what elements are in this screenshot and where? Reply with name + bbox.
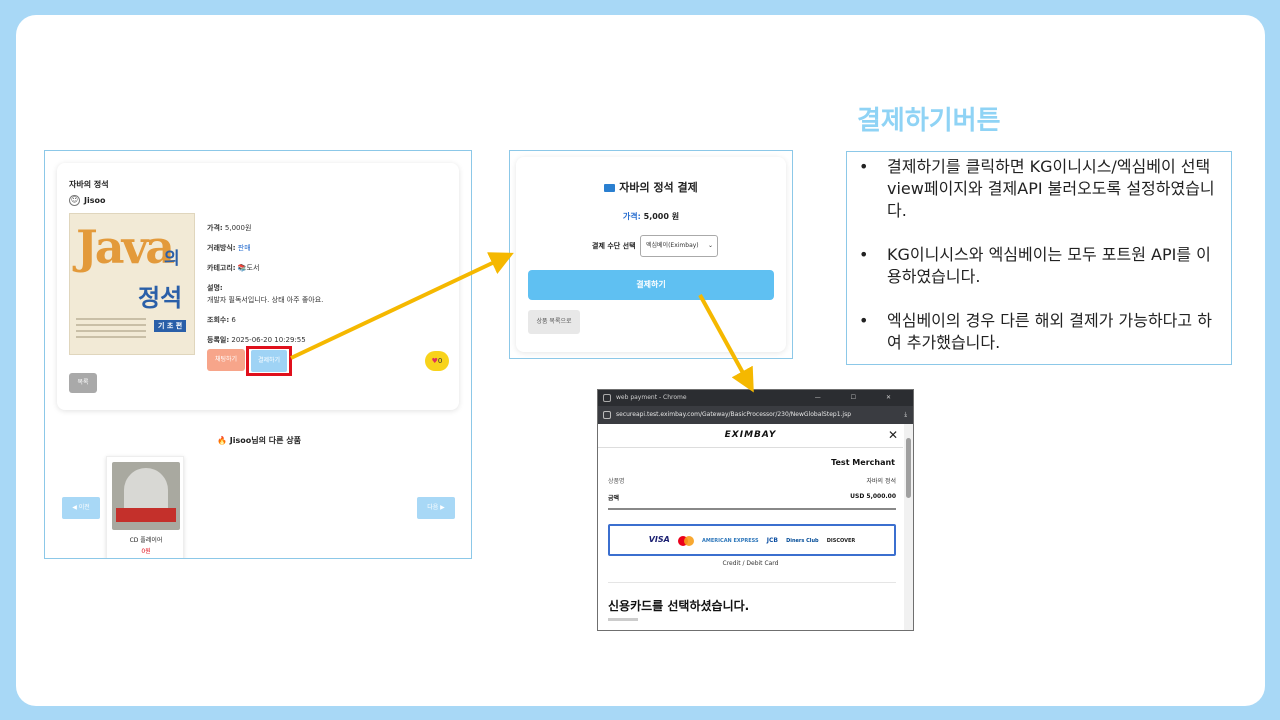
credit-card-icon — [604, 184, 616, 192]
product-detail-screenshot: 자바의 정석 ☺ Jisoo Java 의 정석 기 초 편 가격: 5,000… — [44, 150, 472, 559]
payment-method-label: 결제 수단 선택 — [592, 242, 636, 250]
payment-title-text: 자바의 정석 결제 — [619, 181, 698, 194]
description-box: 결제하기를 클릭하면 KG이니시스/엑심베이 선택 view페이지와 결제API… — [846, 151, 1232, 365]
seller-name: Jisoo — [84, 196, 106, 205]
bullet-item: 엑심베이의 경우 다른 해외 결제가 가능하다고 하여 추가했습니다. — [857, 310, 1221, 354]
views-value: 6 — [231, 316, 236, 324]
discover-logo: DISCOVER — [826, 538, 856, 544]
desc-value: 개발자 필독서입니다. 상태 아주 좋아요. — [207, 296, 324, 304]
other-item-name: CD 플레이어 — [129, 537, 163, 544]
other-item-price: 0원 — [141, 548, 151, 555]
product-label: 상품명 — [608, 478, 625, 485]
book-cover-subtitle: 정석 — [138, 284, 183, 312]
amount-row: 금액 USD 5,000.00 — [608, 493, 896, 502]
merchant-name: Test Merchant — [831, 458, 895, 467]
payment-card: 자바의 정석 결제 가격: 5,000 원 결제 수단 선택 엑심베이(Exim… — [516, 157, 786, 352]
avatar-icon: ☺ — [69, 195, 80, 206]
card-brand-logos: VISA AMERICAN EXPRESS JCB Diners Club DI… — [610, 526, 894, 554]
desc-label: 설명: — [207, 284, 223, 292]
cut-off-content — [608, 618, 638, 621]
card-option-label: Credit / Debit Card — [722, 560, 779, 567]
other-item-card[interactable]: CD 플레이어 0원 — [106, 456, 184, 558]
divider — [608, 508, 896, 510]
credit-card-option[interactable]: VISA AMERICAN EXPRESS JCB Diners Club DI… — [608, 524, 896, 556]
like-count: 0 — [437, 357, 443, 365]
scrollbar[interactable] — [904, 424, 913, 630]
list-button[interactable]: 목록 — [69, 373, 97, 393]
bullet-item: KG이니시스와 엑심베이는 모두 포트원 API를 이용하였습니다. — [857, 244, 1221, 288]
bullet-item: 결제하기를 클릭하면 KG이니시스/엑심베이 선택 view페이지와 결제API… — [857, 156, 1221, 222]
slide-title: 결제하기버튼 — [857, 106, 1001, 136]
divider — [598, 447, 903, 448]
url-text: secureapi.test.eximbay.com/Gateway/Basic… — [616, 411, 852, 418]
address-bar[interactable]: secureapi.test.eximbay.com/Gateway/Basic… — [598, 406, 913, 424]
pay-button-highlight — [246, 346, 292, 376]
payment-title: 자바의 정석 결제 — [516, 179, 786, 195]
amount-label: 금액 — [608, 495, 620, 502]
site-info-icon[interactable] — [603, 411, 611, 419]
payment-submit-button[interactable]: 결제하기 — [528, 270, 774, 300]
jcb-logo: JCB — [766, 537, 778, 544]
other-item-photo — [112, 462, 180, 530]
price-label: 가격: — [207, 224, 223, 232]
payment-method-selected: 엑심베이(Eximbay) — [646, 242, 699, 249]
download-icon[interactable]: ⤓ — [904, 406, 907, 424]
page-icon — [603, 394, 611, 402]
views-label: 조회수: — [207, 316, 230, 324]
diners-logo: Diners Club — [786, 538, 819, 544]
deal-value: 판매 — [237, 244, 251, 252]
back-to-list-button[interactable]: 상품 목록으로 — [528, 310, 580, 334]
chevron-down-icon: ⌄ — [707, 242, 713, 249]
chat-button[interactable]: 채팅하기 — [207, 349, 245, 371]
deal-label: 거래방식: — [207, 244, 236, 252]
amount-value: USD 5,000.00 — [850, 493, 896, 500]
book-cover-logo-suffix: 의 — [164, 249, 180, 269]
next-button[interactable]: 다음 ▶ — [417, 497, 455, 519]
mastercard-logo — [677, 535, 694, 546]
payment-page-screenshot: 자바의 정석 결제 가격: 5,000 원 결제 수단 선택 엑심베이(Exim… — [509, 150, 793, 359]
product-row: 상품명 자바의 정석 — [608, 476, 896, 485]
category-label: 카테고리: — [207, 264, 236, 272]
payment-price: 가격: 5,000 원 — [516, 211, 786, 222]
selected-method-text: 신용카드를 선택하셨습니다. — [608, 599, 750, 613]
divider — [608, 582, 896, 583]
price-value: 5,000원 — [224, 224, 252, 232]
category-value: 📚도서 — [237, 264, 260, 272]
scrollbar-thumb[interactable] — [906, 438, 911, 498]
book-cover-text-lines — [76, 318, 146, 342]
window-title: web payment - Chrome — [616, 394, 687, 401]
close-icon[interactable]: ✕ — [888, 428, 898, 442]
date-value: 2025-06-20 10:29:55 — [231, 336, 306, 344]
prev-button[interactable]: ◀ 이전 — [62, 497, 100, 519]
book-cover-logo: Java — [76, 220, 175, 274]
amex-logo: AMERICAN EXPRESS — [702, 538, 759, 544]
payment-price-label: 가격: — [622, 212, 641, 221]
product-title: 자바의 정석 — [69, 180, 109, 189]
browser-title-bar: web payment - Chrome — ☐ ✕ — [598, 390, 913, 406]
product-value: 자바의 정석 — [866, 478, 896, 485]
eximbay-window-screenshot: web payment - Chrome — ☐ ✕ secureapi.tes… — [597, 389, 914, 631]
seller-info: ☺ Jisoo — [69, 195, 105, 206]
payment-price-value: 5,000 원 — [643, 212, 680, 221]
book-cover-edition: 기 초 편 — [154, 320, 187, 332]
window-controls[interactable]: — ☐ ✕ — [815, 390, 905, 406]
like-button[interactable]: ♥0 — [425, 351, 449, 371]
eximbay-logo: EXIMBAY — [724, 430, 777, 440]
other-items-title: 🔥 Jisoo님의 다른 상품 — [217, 436, 301, 445]
payment-method-select[interactable]: 엑심베이(Eximbay) ⌄ — [640, 235, 718, 257]
book-cover-image: Java 의 정석 기 초 편 — [69, 213, 195, 355]
visa-logo: VISA — [648, 535, 670, 544]
date-label: 등록일: — [207, 336, 230, 344]
